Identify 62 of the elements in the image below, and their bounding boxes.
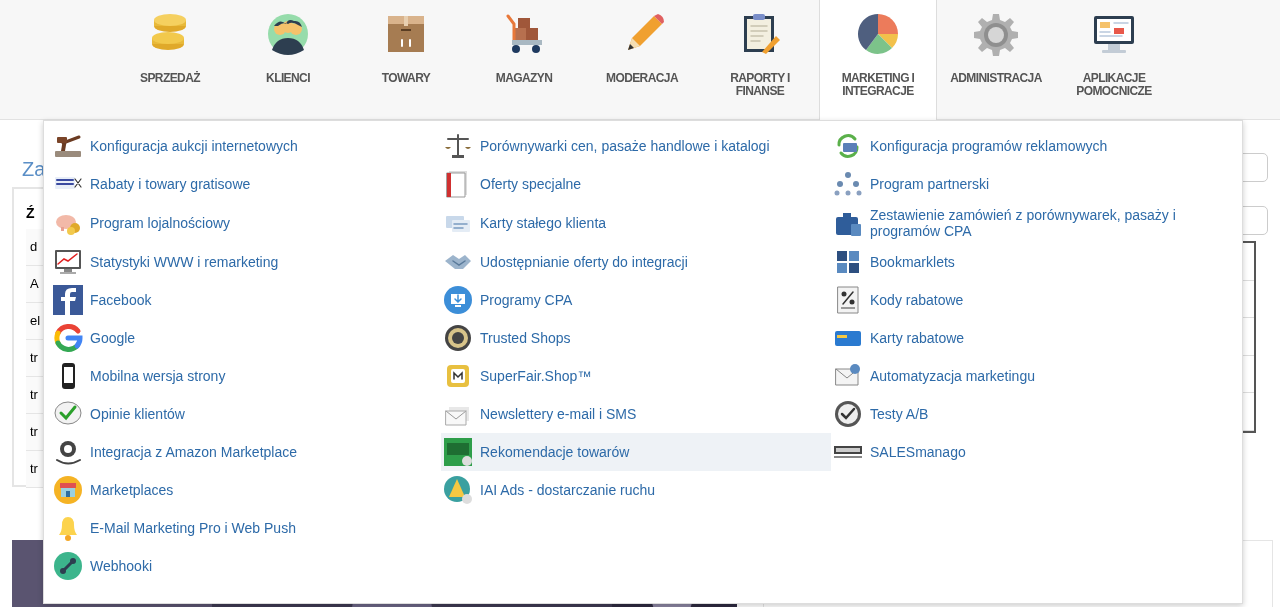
table-cell: el [26,303,44,340]
table-cell: tr [26,414,44,451]
menu-item[interactable]: Bookmarklets [831,243,1221,281]
menu-item[interactable]: Statystyki WWW i remarketing [51,243,441,281]
menu-item[interactable]: Program lojalnościowy [51,203,441,243]
google-icon [53,323,83,353]
tile-icon [443,437,473,467]
menu-item[interactable]: E-Mail Marketing Pro i Web Push [51,509,441,547]
table-cell: tr [26,340,44,377]
menu-item[interactable]: Program partnerski [831,165,1221,203]
menu-item[interactable]: Udostępnianie oferty do integracji [441,243,831,281]
menu-item[interactable]: Automatyzacja marketingu [831,357,1221,395]
menu-item[interactable]: Konfiguracja programów reklamowych [831,127,1221,165]
menu-item[interactable]: IAI Ads - dostarczanie ruchu [441,471,831,509]
menu-item[interactable]: Marketplaces [51,471,441,509]
menu-item[interactable]: Oferty specjalne [441,165,831,203]
nav-tab[interactable]: RAPORTY I FINANSE [701,0,819,119]
storefront-icon [53,475,83,505]
table-cell: tr [26,451,44,488]
menu-item[interactable]: Mobilna wersja strony [51,357,441,395]
seal-icon [443,323,473,353]
menu-item[interactable]: Trusted Shops [441,319,831,357]
menu-item[interactable]: Facebook [51,281,441,319]
menu-item[interactable]: Karty rabatowe [831,319,1221,357]
chart-monitor-icon [53,247,83,277]
menu-item[interactable]: Integracja z Amazon Marketplace [51,433,441,471]
scales-icon [443,131,473,161]
nav-tab[interactable]: SPRZEDAŻ [111,0,229,119]
nav-tab[interactable]: MAGAZYN [465,0,583,119]
menu-item[interactable]: Porównywarki cen, pasaże handlowe i katalogi [441,127,831,165]
nav-tab[interactable]: MODERACJA [583,0,701,119]
nav-tab[interactable]: MARKETING I INTEGRACJE [819,0,937,120]
menu-item[interactable]: SALESmanago [831,433,1221,471]
menu-item[interactable]: Zestawienie zamówień z porównywarek, pasaży i programów CPA [831,203,1221,243]
menu-item[interactable]: Kody rabatowe [831,281,1221,319]
facebook-icon [53,285,83,315]
menu-item[interactable]: Rabaty i towary gratisowe [51,165,441,203]
menu-item[interactable]: Newslettery e-mail i SMS [441,395,831,433]
table-cell: A [26,266,44,303]
menu-item[interactable]: Programy CPA [441,281,831,319]
table-cell: d [26,229,44,266]
check-circle-icon [833,399,863,429]
menu-item[interactable]: Google [51,319,441,357]
menu-item[interactable]: Rekomendacje towarów [441,433,831,471]
menu-item[interactable]: SuperFair.Shop™ [441,357,831,395]
table-cell: tr [26,377,44,414]
people-icon [266,12,310,56]
menu-item[interactable]: Konfiguracja aukcji internetowych [51,127,441,165]
menu-item[interactable]: Karty stałego klienta [441,203,831,243]
monitor-download-icon [443,285,473,315]
gear-icon [974,12,1018,56]
menu-item[interactable]: Opinie klientów [51,395,441,433]
nav-tab[interactable]: TOWARY [347,0,465,119]
link-icon [53,551,83,581]
menu-item[interactable]: Testy A/B [831,395,1221,433]
nav-tab[interactable]: APLIKACJE POMOCNICZE [1055,0,1173,119]
triangle-circle-icon [443,475,473,505]
pie-chart-icon [856,12,900,56]
table-header: Ź [26,204,35,223]
menu-item[interactable]: Webhooki [51,547,441,585]
nav-tab[interactable]: KLIENCI [229,0,347,119]
nav-tab[interactable]: ADMINISTRACJA [937,0,1055,119]
